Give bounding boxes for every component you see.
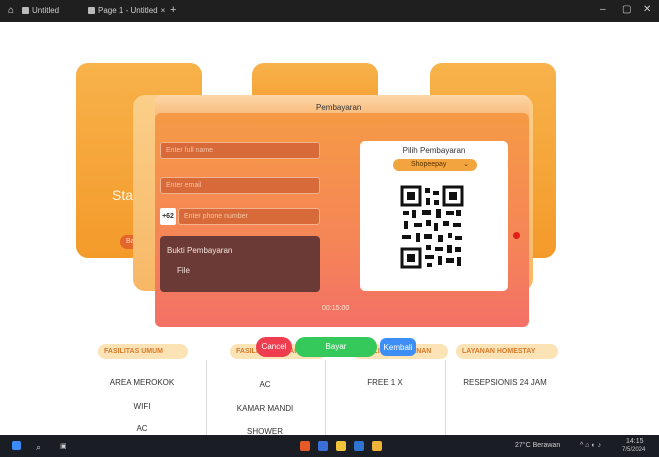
windows-start-icon[interactable] bbox=[12, 441, 21, 450]
tab-close-icon[interactable]: × bbox=[161, 6, 166, 15]
app-icon[interactable] bbox=[300, 441, 310, 451]
pay-button[interactable]: Bayar bbox=[295, 337, 377, 357]
clock-time[interactable]: 14:15 bbox=[626, 438, 644, 445]
facility-header: FASILITAS UMUM bbox=[98, 344, 188, 359]
folder-icon[interactable] bbox=[336, 441, 346, 451]
tab-favicon-icon bbox=[22, 7, 29, 14]
back-button[interactable]: Kembali bbox=[380, 338, 416, 356]
column-divider bbox=[445, 360, 446, 435]
facility-item: AREA MEROKOK bbox=[109, 378, 175, 387]
tab-label: Untitled bbox=[32, 6, 60, 15]
facility-item: AC bbox=[259, 380, 271, 389]
browser-tab-active[interactable]: Page 1 - Untitled × bbox=[88, 6, 165, 15]
payment-method-panel: Pilih Pembayaran Shopeepay ⌄ bbox=[360, 141, 508, 291]
tab-label: Page 1 - Untitled bbox=[98, 6, 158, 15]
payment-timer: 00:15:00 bbox=[322, 305, 350, 312]
qr-code-icon bbox=[398, 183, 466, 271]
new-tab-button[interactable]: + bbox=[170, 4, 176, 16]
tab-favicon-icon bbox=[88, 7, 95, 14]
payment-method-title: Pilih Pembayaran bbox=[402, 146, 466, 155]
facility-header: LAYANAN HOMESTAY bbox=[456, 344, 558, 359]
search-icon[interactable]: ⌕ bbox=[36, 442, 41, 453]
payment-proof-upload[interactable]: Bukti Pembayaran File bbox=[160, 236, 320, 292]
app-icon[interactable] bbox=[372, 441, 382, 451]
facility-item: AC bbox=[136, 424, 148, 433]
modal-title: Pembayaran bbox=[316, 103, 362, 112]
cancel-button[interactable]: Cancel bbox=[256, 337, 292, 357]
os-taskbar: ⌕ ▣ 27°C Berawan ^ ⌂ ◐ ♪ 14:15 7/5/2024 bbox=[0, 435, 659, 457]
payment-proof-label: Bukti Pembayaran bbox=[167, 246, 233, 255]
app-icon[interactable] bbox=[318, 441, 328, 451]
minimize-button[interactable]: – bbox=[600, 4, 606, 15]
tray-icons[interactable]: ^ ⌂ ◐ ♪ bbox=[580, 442, 601, 449]
phone-input[interactable]: Enter phone number bbox=[178, 208, 320, 225]
phone-country-code[interactable]: +62 bbox=[160, 208, 176, 225]
column-divider bbox=[325, 360, 326, 435]
email-input[interactable]: Enter email bbox=[160, 177, 320, 194]
status-dot bbox=[513, 232, 520, 239]
chevron-down-icon: ⌄ bbox=[463, 161, 469, 168]
browser-tab-bar: ⌂ Untitled Page 1 - Untitled × + – ▢ ✕ bbox=[0, 0, 659, 22]
weather-text[interactable]: 27°C Berawan bbox=[515, 442, 560, 449]
close-window-button[interactable]: ✕ bbox=[643, 4, 651, 15]
payment-method-select[interactable]: Shopeepay ⌄ bbox=[393, 159, 477, 171]
home-icon[interactable]: ⌂ bbox=[8, 5, 14, 16]
task-view-icon[interactable]: ▣ bbox=[60, 442, 67, 450]
full-name-input[interactable]: Enter full name bbox=[160, 142, 320, 159]
browser-tab[interactable]: Untitled bbox=[22, 6, 59, 15]
facility-item: FREE 1 X bbox=[367, 378, 403, 387]
restore-button[interactable]: ▢ bbox=[622, 4, 631, 15]
app-icon[interactable] bbox=[354, 441, 364, 451]
facility-item: KAMAR MANDI bbox=[236, 404, 294, 413]
facility-item: RESEPSIONIS 24 JAM bbox=[463, 378, 547, 387]
file-label: File bbox=[177, 266, 190, 275]
clock-date[interactable]: 7/5/2024 bbox=[622, 447, 645, 453]
column-divider bbox=[206, 360, 207, 435]
payment-method-value: Shopeepay bbox=[411, 161, 447, 168]
facility-item: WIFI bbox=[133, 402, 151, 411]
